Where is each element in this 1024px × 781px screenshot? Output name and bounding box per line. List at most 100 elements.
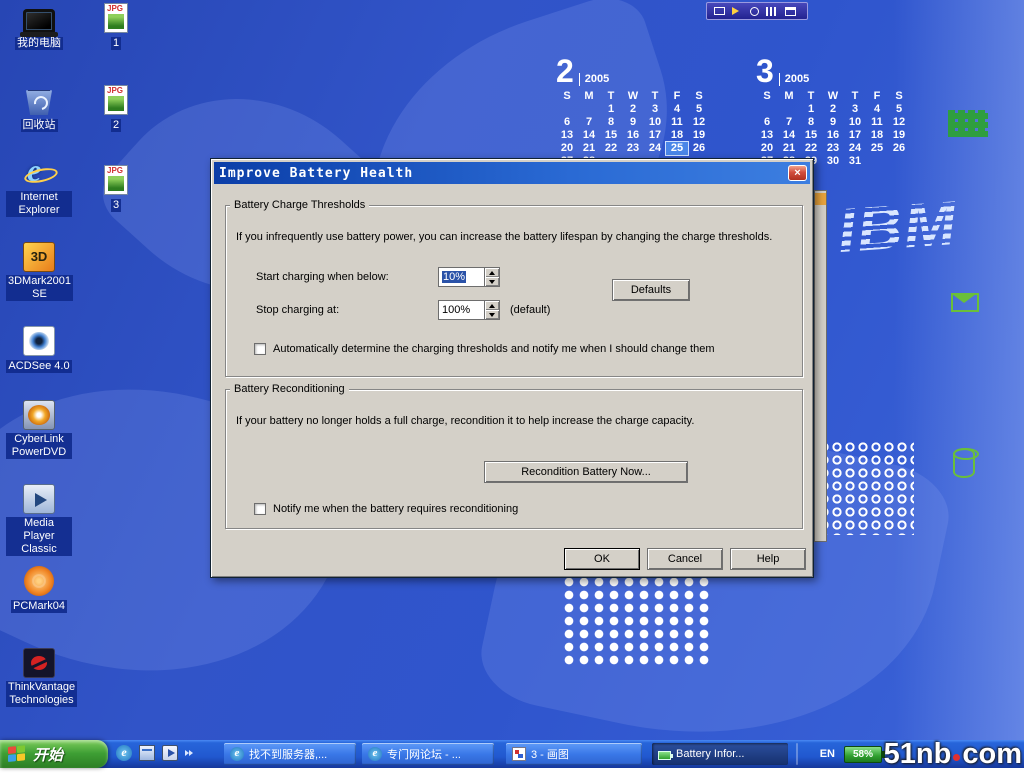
media-player-icon[interactable] <box>162 745 178 761</box>
desktop-icon-label: 3DMark2001 SE <box>6 275 73 301</box>
spinner-down-icon[interactable] <box>485 310 499 319</box>
taskbar-task-forum[interactable]: 专门网论坛 - ... <box>362 743 494 765</box>
desktop-icon-acdsee[interactable]: ACDSee 4.0 <box>6 326 72 374</box>
default-note: (default) <box>510 304 550 316</box>
battery-tray-indicator[interactable]: 58% <box>844 746 882 763</box>
desktop-icon-jpg-3[interactable]: JPG 3 <box>88 165 144 213</box>
desktop: IBM 2 2005 SMTWTFS 123456789101112131415… <box>0 0 1024 768</box>
windows-logo-icon <box>8 745 27 764</box>
calendar-month: 3 <box>756 56 774 86</box>
spinner-up-icon[interactable] <box>485 301 499 310</box>
grid-icon[interactable] <box>766 7 778 16</box>
desktop-icon-media-player-classic[interactable]: Media Player Classic <box>6 484 72 557</box>
close-icon: × <box>794 167 800 179</box>
recondition-description: If your battery no longer holds a full c… <box>236 415 794 427</box>
desktop-icon-label: CyberLink PowerDVD <box>6 433 72 459</box>
calendar-month: 2 <box>556 56 574 86</box>
show-desktop-icon[interactable] <box>139 745 155 761</box>
jpg-badge: JPG <box>107 86 123 95</box>
auto-thresholds-checkbox-row[interactable]: Automatically determine the charging thr… <box>254 343 714 355</box>
calendar-header: 2 2005 <box>556 52 710 86</box>
ie-icon <box>368 747 382 761</box>
taskbar-task-server-not-found[interactable]: 找不到服务器,... <box>224 743 356 765</box>
desktop-icon-3dmark2001[interactable]: 3DMark2001 SE <box>6 242 72 302</box>
desktop-icon-thinkvantage[interactable]: ThinkVantage Technologies <box>6 648 72 708</box>
calendar-header: 3 2005 <box>756 52 910 86</box>
calendar-february: 2 2005 SMTWTFS 1234567891011121314151617… <box>556 52 710 168</box>
stop-charging-spinner[interactable]: 100% <box>438 300 500 320</box>
language-indicator[interactable]: EN <box>820 748 835 760</box>
recondition-battery-button[interactable]: Recondition Battery Now... <box>484 461 688 483</box>
desktop-icon-label: ACDSee 4.0 <box>6 360 71 373</box>
wallpaper-dot-grid <box>562 576 712 668</box>
my-computer-icon <box>23 9 55 33</box>
desktop-icon-label: Media Player Classic <box>6 517 72 556</box>
recycle-bin-icon <box>26 87 52 115</box>
jpg-badge: JPG <box>107 166 123 175</box>
tray-icon[interactable] <box>785 7 796 16</box>
desktop-icon-internet-explorer[interactable]: Internet Explorer <box>6 158 72 218</box>
desktop-icon-jpg-2[interactable]: JPG 2 <box>88 85 144 133</box>
keyboard-grid-icon <box>948 110 988 137</box>
cancel-button[interactable]: Cancel <box>647 548 723 570</box>
checkbox-icon[interactable] <box>254 343 266 355</box>
desktop-icon-pcmark04[interactable]: PCMark04 <box>6 566 72 614</box>
task-label: 专门网论坛 - ... <box>387 746 461 762</box>
dialog-title: Improve Battery Health <box>219 166 413 181</box>
start-button[interactable]: 开始 <box>0 740 108 768</box>
circle-icon[interactable] <box>750 7 759 16</box>
desktop-icon-recycle-bin[interactable]: 回收站 <box>6 85 72 133</box>
battery-reconditioning-group: Battery Reconditioning If your battery n… <box>225 383 803 529</box>
calendar-day-headers: SMTWTFS <box>556 90 710 103</box>
spinner-buttons <box>484 267 500 287</box>
internet-explorer-icon <box>23 158 55 188</box>
taskbar-task-paint[interactable]: 3 - 画图 <box>506 743 642 765</box>
spinner-down-icon[interactable] <box>485 277 499 286</box>
system-tray: EN 58% <box>820 740 882 768</box>
jpg-file-icon: JPG <box>104 85 128 115</box>
start-charging-spinner[interactable]: 10% <box>438 267 500 287</box>
stop-charging-label: Stop charging at: <box>256 304 339 316</box>
3dmark-icon <box>23 242 55 272</box>
calendar-march: 3 2005 SMTWTFS 1234567891011121314151617… <box>756 52 910 168</box>
checkbox-icon[interactable] <box>254 503 266 515</box>
desktop-icon-label: ThinkVantage Technologies <box>6 681 77 707</box>
group-title: Battery Reconditioning <box>230 383 349 395</box>
task-label: 3 - 画图 <box>531 746 569 762</box>
chevron-icon[interactable] <box>185 745 195 761</box>
topright-toolbar[interactable] <box>706 2 808 20</box>
spinner-buttons <box>484 300 500 320</box>
start-charging-label: Start charging when below: <box>256 271 389 283</box>
notify-recondition-checkbox-row[interactable]: Notify me when the battery requires reco… <box>254 503 518 515</box>
desktop-icon-my-computer[interactable]: 我的电脑 <box>6 5 72 51</box>
taskbar: 开始 找不到服务器,... 专门网论坛 - ... 3 - 画图 Battery… <box>0 740 1024 768</box>
background-window-edge <box>814 190 827 542</box>
improve-battery-health-dialog: Improve Battery Health × Battery Charge … <box>210 158 814 578</box>
wallpaper-ring-grid <box>818 441 914 535</box>
ie-quicklaunch-icon[interactable] <box>116 745 132 761</box>
stop-charging-value[interactable]: 100% <box>438 300 484 320</box>
help-button[interactable]: Help <box>730 548 806 570</box>
acdsee-icon <box>23 326 55 356</box>
battery-charge-thresholds-group: Battery Charge Thresholds If you infrequ… <box>225 199 803 377</box>
paint-icon <box>512 747 526 761</box>
speaker-icon[interactable] <box>732 7 743 15</box>
desktop-icon-powerdvd[interactable]: CyberLink PowerDVD <box>6 400 72 460</box>
ok-button[interactable]: OK <box>564 548 640 570</box>
defaults-button[interactable]: Defaults <box>612 279 690 301</box>
close-button[interactable]: × <box>788 165 807 181</box>
desktop-icon-label: 回收站 <box>21 119 58 132</box>
battery-icon <box>658 751 671 760</box>
spinner-up-icon[interactable] <box>485 268 499 277</box>
watermark-right: com <box>962 738 1022 770</box>
desktop-icon-label: Internet Explorer <box>6 191 72 217</box>
start-charging-value[interactable]: 10% <box>438 267 484 287</box>
monitor-icon[interactable] <box>714 7 725 15</box>
taskbar-task-battery-information[interactable]: Battery Infor... <box>652 743 788 765</box>
notify-recondition-checkbox-label: Notify me when the battery requires reco… <box>273 503 518 515</box>
dialog-titlebar[interactable]: Improve Battery Health × <box>214 162 810 184</box>
jpg-file-icon: JPG <box>104 3 128 33</box>
desktop-icon-jpg-1[interactable]: JPG 1 <box>88 3 144 51</box>
calendar-day-headers: SMTWTFS <box>756 90 910 103</box>
desktop-icon-label: 我的电脑 <box>15 37 63 50</box>
